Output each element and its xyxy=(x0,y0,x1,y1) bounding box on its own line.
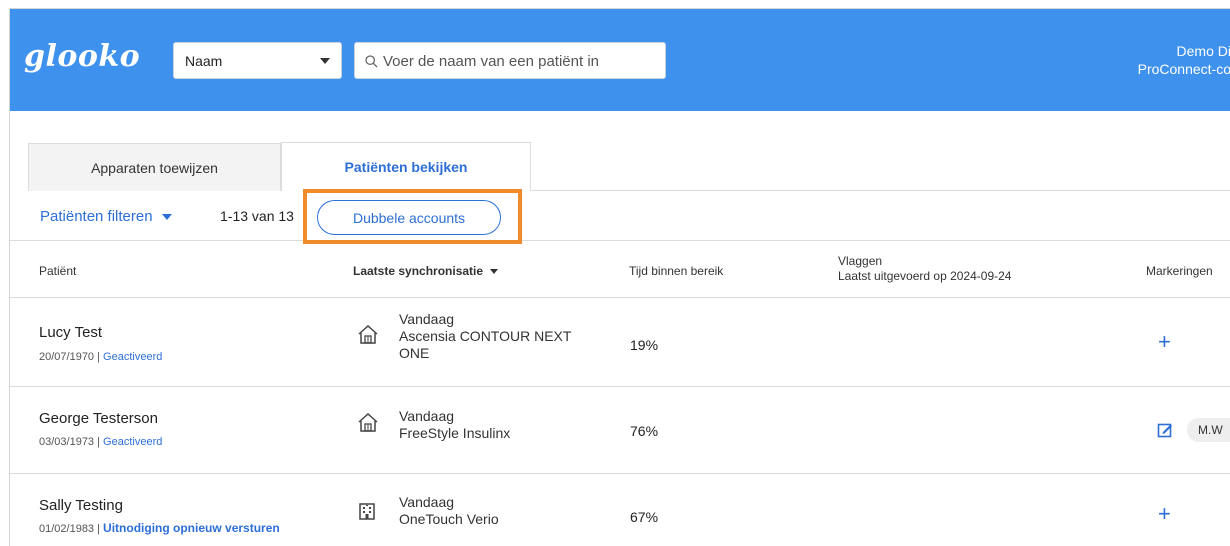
column-header-last-sync-label: Laatste synchronisatie xyxy=(353,264,484,278)
patient-toolbar: Patiënten filteren 1-13 van 13 xyxy=(10,191,1230,241)
sort-down-icon xyxy=(490,268,499,274)
time-in-range-value: 67% xyxy=(630,509,659,525)
add-marking-button[interactable]: + xyxy=(1158,501,1171,527)
clinic-icon xyxy=(359,503,375,520)
column-header-patient[interactable]: Patiënt xyxy=(39,264,76,278)
time-in-range-value: 19% xyxy=(630,337,659,353)
patient-dob: 03/03/1973 xyxy=(39,436,95,448)
time-in-range-value: 76% xyxy=(630,423,659,439)
patient-details: 03/03/1973 | Geactiveerd xyxy=(39,436,163,448)
last-sync-info: Vandaag Ascensia CONTOUR NEXT ONE xyxy=(399,311,571,362)
column-header-time-in-range[interactable]: Tijd binnen bereik xyxy=(629,264,723,278)
patient-dob: 20/07/1970 xyxy=(39,351,95,363)
top-bar: glooko Naam Demo Di ProConnect-co xyxy=(10,9,1230,111)
sync-device: Ascensia CONTOUR NEXT xyxy=(399,328,572,344)
sync-date: Vandaag xyxy=(399,311,455,327)
sync-date: Vandaag xyxy=(399,408,455,424)
patient-name[interactable]: Sally Testing xyxy=(39,497,123,514)
user-account-menu[interactable]: Demo Di ProConnect-co xyxy=(1138,42,1230,78)
patient-status-link[interactable]: Geactiveerd xyxy=(103,436,162,448)
table-row[interactable]: Lucy Test 20/07/1970 | Geactiveerd Vanda… xyxy=(10,299,1230,387)
chevron-down-icon xyxy=(161,213,172,220)
sync-device-cont: ONE xyxy=(399,345,430,361)
last-sync-info: Vandaag OneTouch Verio xyxy=(399,494,499,528)
patient-status-link[interactable]: Geactiveerd xyxy=(103,351,162,363)
filter-patients-button[interactable]: Patiënten filteren xyxy=(40,208,172,225)
patient-name[interactable]: Lucy Test xyxy=(39,324,102,341)
sync-device: OneTouch Verio xyxy=(399,511,499,527)
edit-icon[interactable] xyxy=(1157,422,1173,438)
home-icon xyxy=(358,412,378,432)
user-organization: ProConnect-co xyxy=(1137,61,1230,77)
search-type-select[interactable]: Naam xyxy=(173,42,342,79)
add-marking-button[interactable]: + xyxy=(1158,329,1171,355)
patient-name[interactable]: George Testerson xyxy=(39,410,158,427)
tab-assign-devices[interactable]: Apparaten toewijzen xyxy=(28,143,281,191)
patient-search-input[interactable] xyxy=(383,51,658,71)
app-frame: glooko Naam Demo Di ProConnect-co Appara… xyxy=(9,8,1230,546)
flags-title: Vlaggen xyxy=(838,254,883,268)
search-icon xyxy=(365,55,378,68)
patient-dob: 01/02/1983 xyxy=(39,523,95,535)
last-sync-info: Vandaag FreeStyle Insulinx xyxy=(399,408,510,442)
highlight-box xyxy=(303,189,522,244)
chevron-down-icon xyxy=(320,58,330,64)
glooko-logo[interactable]: glooko xyxy=(24,39,140,74)
patient-search-box[interactable] xyxy=(354,42,666,79)
tab-view-patients[interactable]: Patiënten bekijken xyxy=(281,142,531,191)
table-row[interactable]: Sally Testing 01/02/1983 | Uitnodiging o… xyxy=(10,475,1230,546)
filter-patients-label: Patiënten filteren xyxy=(40,208,153,225)
home-icon xyxy=(358,324,378,344)
table-header: Patiënt Laatste synchronisatie Tijd binn… xyxy=(10,242,1230,298)
search-type-value: Naam xyxy=(185,53,223,69)
user-name: Demo Di xyxy=(1176,43,1230,59)
sync-date: Vandaag xyxy=(399,494,455,510)
column-header-last-sync[interactable]: Laatste synchronisatie xyxy=(353,264,499,278)
marking-chip[interactable]: M.W xyxy=(1187,418,1230,442)
column-header-flags[interactable]: Vlaggen Laatst uitgevoerd op 2024-09-24 xyxy=(838,254,1011,284)
patient-details: 01/02/1983 | Uitnodiging opnieuw verstur… xyxy=(39,521,280,535)
result-count: 1-13 van 13 xyxy=(220,208,294,224)
column-header-markings[interactable]: Markeringen xyxy=(1146,264,1213,278)
sync-device: FreeStyle Insulinx xyxy=(399,425,511,441)
patient-details: 20/07/1970 | Geactiveerd xyxy=(39,351,163,363)
table-row[interactable]: George Testerson 03/03/1973 | Geactiveer… xyxy=(10,388,1230,474)
flags-last-run: Laatst uitgevoerd op 2024-09-24 xyxy=(838,269,1012,283)
resend-invitation-link[interactable]: Uitnodiging opnieuw versturen xyxy=(103,521,280,535)
